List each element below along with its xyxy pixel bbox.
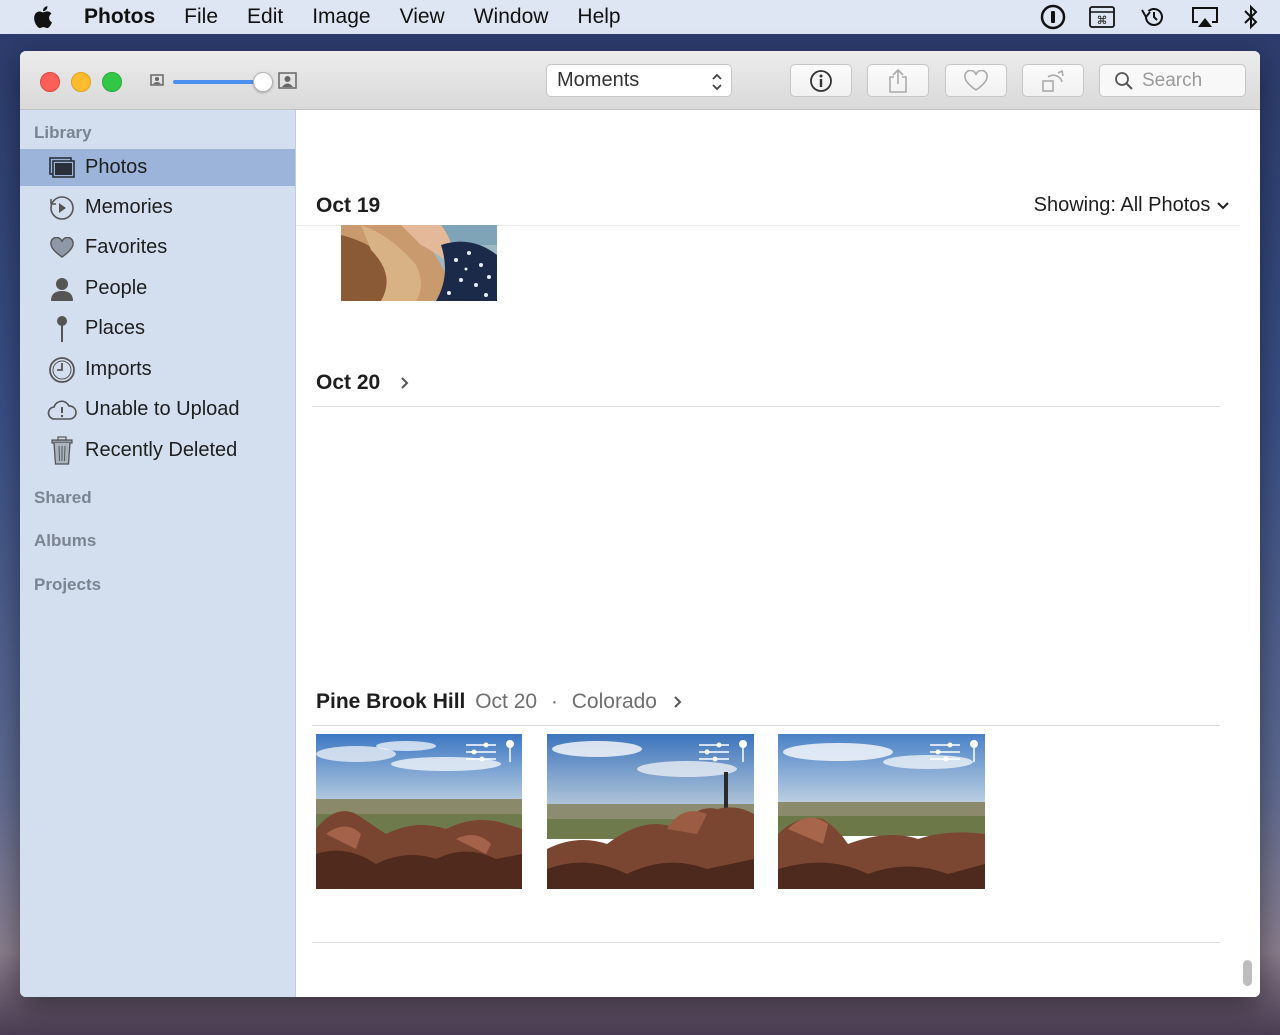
sidebar-item-label: Imports [85,358,152,380]
sidebar-item-photos[interactable]: Photos [20,149,295,186]
menu-photos[interactable]: Photos [84,5,155,29]
zoom-slider-track[interactable] [173,80,263,84]
bluetooth-icon[interactable] [1242,4,1260,30]
sidebar-item-people[interactable]: People [20,270,295,307]
search-placeholder: Search [1142,69,1203,91]
rotate-button[interactable] [1022,64,1084,97]
view-popup[interactable]: Moments [546,64,732,97]
cloud-alert-icon [47,395,77,425]
sidebar-item-label: Photos [85,156,148,178]
favorite-button[interactable] [945,64,1007,97]
sidebar-item-memories[interactable]: Memories [20,189,295,226]
moment-header-oct-19[interactable]: Oct 19 [316,194,380,218]
sidebar-item-label: Favorites [85,236,168,258]
moment-date: Oct 20 [475,690,538,713]
heart-icon [47,233,77,263]
moment-location: Colorado [571,690,657,713]
photo-thumbnail[interactable] [547,734,754,889]
clock-icon [47,355,77,385]
info-icon [810,69,832,92]
moment-header-pine-brook-hill[interactable]: Pine Brook Hill Oct 20 · Colorado [316,690,683,714]
sidebar-header-projects[interactable]: Projects [34,575,101,595]
photo-thumbnail[interactable] [316,734,522,889]
search-icon [1115,71,1133,90]
person-icon [47,274,77,304]
close-button[interactable] [40,72,60,92]
search-field[interactable]: Search [1099,64,1246,97]
showing-label: Showing: [1033,194,1116,216]
moment-title: Pine Brook Hill [316,690,466,713]
moment-separator: · [550,690,558,713]
share-button[interactable] [867,64,929,97]
sidebar-item-recently-deleted[interactable]: Recently Deleted [20,432,295,469]
sidebar-header-albums[interactable]: Albums [34,531,96,551]
sidebar-item-label: Places [85,317,146,339]
menu-help[interactable]: Help [577,5,620,29]
view-popup-label: Moments [557,69,640,91]
sidebar-item-imports[interactable]: Imports [20,351,295,388]
menu-file[interactable]: File [184,5,218,29]
memories-icon [47,193,77,223]
photos-window: Moments Search Library Photos Memories F… [20,51,1260,997]
moment-title: Oct 20 [316,371,381,394]
moments-view: Oct 19 Showing: All Photos Oct 20 Pine B… [296,110,1260,997]
sidebar: Library Photos Memories Favorites People… [20,110,296,997]
menu-edit[interactable]: Edit [247,5,283,29]
moment-title: Oct 19 [316,194,381,217]
sidebar-item-label: Unable to Upload [85,398,240,420]
zoom-in-icon [278,72,297,89]
rotate-icon [1042,69,1064,92]
heart-icon [964,69,988,91]
keyboard-viewer-icon[interactable]: ⌘ [1088,5,1116,29]
moment-divider [312,725,1220,726]
photo-thumbnail[interactable] [778,734,985,889]
showing-filter[interactable]: Showing: All Photos [1034,194,1230,217]
sidebar-item-label: Recently Deleted [85,439,238,461]
menu-window[interactable]: Window [474,5,549,29]
moment-divider [312,942,1220,943]
photo-thumbnail[interactable] [341,225,497,301]
photos-icon [47,153,77,183]
chevron-right-icon [674,696,682,709]
zoom-slider-knob[interactable] [253,72,273,92]
menu-bar: Photos File Edit Image View Window Help … [0,0,1280,34]
sidebar-header-library[interactable]: Library [34,123,92,143]
updown-chevron-icon [712,73,722,91]
fullscreen-button[interactable] [102,72,122,92]
apple-menu-icon[interactable] [32,5,54,29]
moment-divider [312,406,1220,407]
sidebar-item-places[interactable]: Places [20,310,295,347]
sidebar-item-label: People [85,277,148,299]
share-icon [889,68,907,93]
showing-value: All Photos [1120,194,1211,216]
vertical-scrollbar[interactable] [1243,960,1252,986]
zoom-out-icon [150,74,164,86]
chevron-right-icon [401,377,409,390]
pin-icon [47,314,77,344]
1password-icon[interactable] [1040,4,1066,30]
sidebar-header-shared[interactable]: Shared [34,488,92,508]
time-machine-icon[interactable] [1138,4,1168,30]
moment-header-oct-20[interactable]: Oct 20 [316,371,410,395]
menu-view[interactable]: View [400,5,445,29]
sidebar-item-label: Memories [85,196,173,218]
sidebar-item-unable-to-upload[interactable]: Unable to Upload [20,391,295,428]
trash-icon [47,435,77,466]
svg-text:⌘: ⌘ [1097,14,1108,27]
info-button[interactable] [790,64,852,97]
sidebar-item-favorites[interactable]: Favorites [20,229,295,266]
toolbar: Moments Search [20,51,1260,110]
minimize-button[interactable] [71,72,91,92]
chevron-down-icon [1217,202,1229,210]
airplay-icon[interactable] [1190,5,1220,29]
menu-image[interactable]: Image [312,5,370,29]
